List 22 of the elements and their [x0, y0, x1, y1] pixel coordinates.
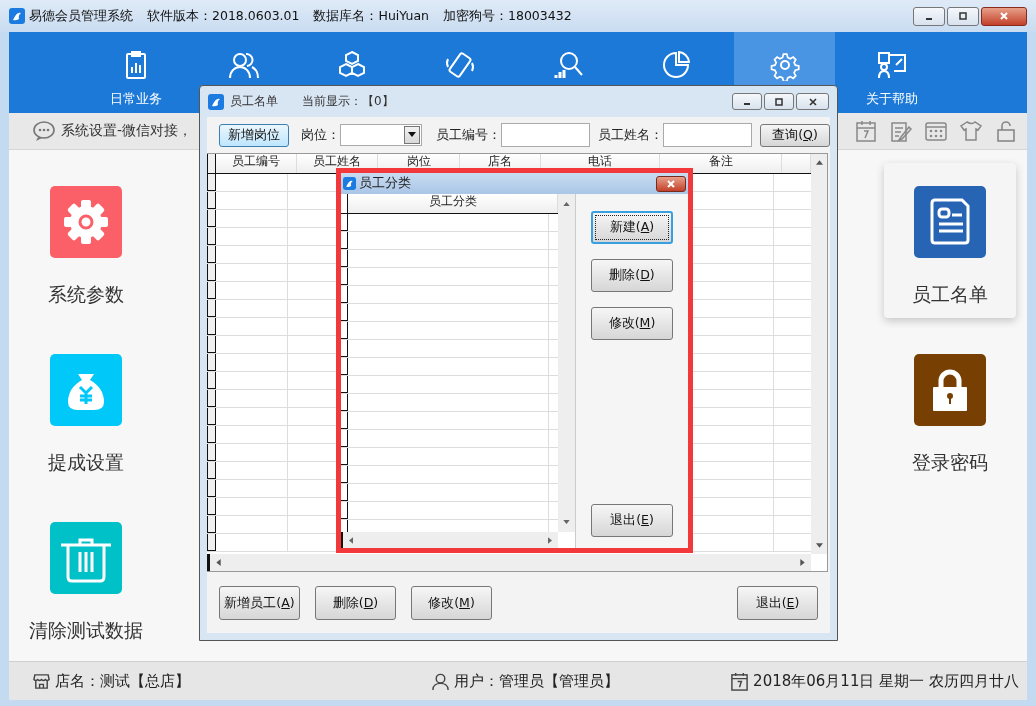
tile-label: 系统参数 [48, 282, 124, 307]
window-title: 易德会员管理系统 [29, 7, 133, 25]
window-info: 数据库名：HuiYuan [313, 7, 429, 25]
tile-label: 登录密码 [912, 450, 988, 475]
store-name: 店名：测试【总店】 [55, 671, 190, 691]
record-count: 当前显示：【0】 [302, 93, 394, 110]
field-label: 员工编号： [436, 126, 501, 144]
field-label: 岗位： [301, 126, 340, 144]
dialog-title: 员工分类 [359, 175, 411, 192]
date-text: 2018年06月11日 星期一 农历四月廿八 [753, 671, 1019, 691]
tile-label: 提成设置 [48, 450, 124, 475]
dialog-title: 员工名单 [230, 93, 278, 110]
column-header: 员工分类 [348, 194, 558, 213]
user-name: 用户：管理员【管理员】 [454, 671, 619, 691]
tile-label: 清除测试数据 [29, 618, 143, 643]
field-label: 员工姓名： [598, 126, 663, 144]
window-info: 加密狗号：18003432 [443, 7, 572, 25]
column-header: 员工编号 [216, 154, 297, 173]
window-info: 软件版本：2018.0603.01 [147, 7, 300, 25]
column-header: 备注 [660, 154, 782, 173]
breadcrumb: 系统设置-微信对接， [61, 122, 193, 140]
tile-label: 员工名单 [912, 282, 988, 307]
